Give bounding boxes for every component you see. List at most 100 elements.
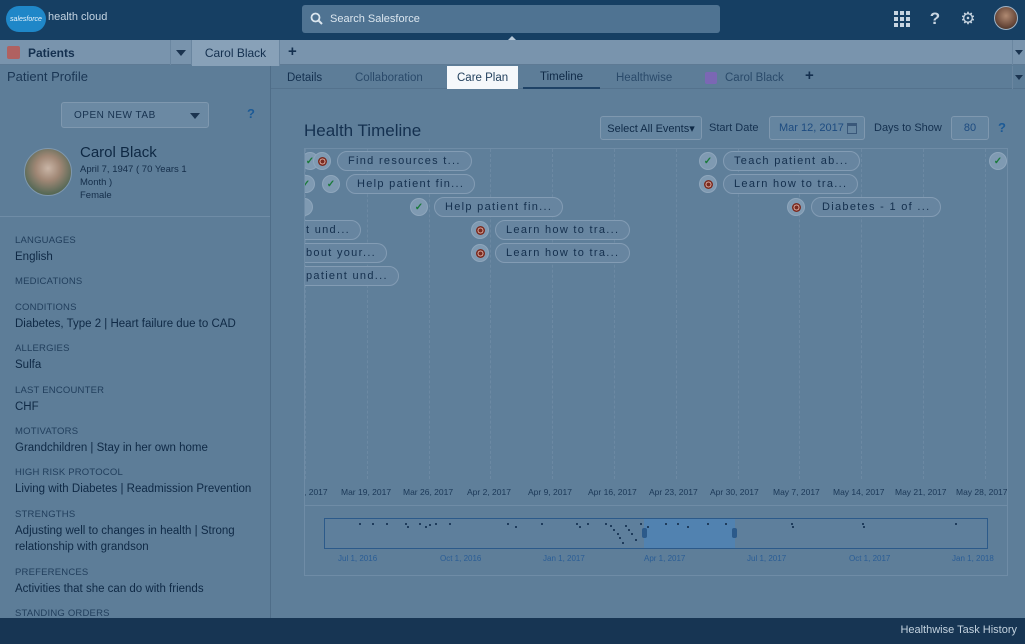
timeline-event[interactable] (305, 197, 313, 217)
field-value: Grandchildren | Stay in her own home (15, 442, 208, 454)
days-to-show-input[interactable]: 80 (951, 116, 989, 140)
tab-carol-black[interactable]: Carol Black (705, 66, 784, 89)
timeline-event[interactable]: ✓ Help patient fin... (322, 174, 502, 194)
overview-event-dot (579, 526, 581, 528)
gridline (985, 149, 986, 479)
timeline-event[interactable]: Learn how to tra... (471, 220, 651, 240)
timeline-event[interactable]: ✓ Help patient fin... (410, 197, 590, 217)
overview-event-dot (435, 523, 437, 525)
search-icon (310, 12, 323, 25)
add-tab-icon[interactable]: + (288, 43, 297, 60)
help-icon[interactable]: ? (247, 106, 255, 121)
overview-event-dot (610, 525, 612, 527)
days-to-show-label: Days to Show (874, 122, 942, 134)
overview-event-dot (687, 526, 689, 528)
workspace-tab-carol-black[interactable]: Carol Black (192, 40, 280, 66)
timeline-event[interactable]: t und... (305, 220, 381, 240)
timeline-event[interactable]: Learn how to tra... (471, 243, 651, 263)
overview-event-dot (631, 533, 633, 535)
timeline-event[interactable]: Find resources t... (313, 151, 493, 171)
calendar-icon[interactable] (847, 123, 857, 134)
field-allergies: ALLERGIES Sulfa (15, 343, 260, 373)
event-label: Help patient fin... (346, 174, 476, 194)
axis-tick-label: Mar 19, 2017 (341, 487, 392, 497)
gridline (676, 149, 677, 479)
healthwise-task-history-button[interactable]: Healthwise Task History (900, 624, 1017, 636)
target-icon (471, 221, 489, 239)
overview-event-dot (707, 523, 709, 525)
overview-event-dot (725, 523, 727, 525)
patient-gender: Female (80, 190, 112, 201)
gear-icon[interactable]: ⚙ (958, 9, 978, 29)
axis-tick-label: , 2017 (304, 487, 328, 497)
open-new-tab-button[interactable]: OPEN NEW TAB (61, 102, 209, 128)
overview-tick-label: Oct 1, 2017 (849, 554, 891, 563)
user-avatar[interactable] (994, 6, 1018, 30)
overview-event-dot (386, 523, 388, 525)
check-icon: ✓ (989, 152, 1007, 170)
app-launcher-icon[interactable] (892, 9, 912, 29)
event-label: bout your... (305, 243, 388, 263)
overview-event-dot (665, 523, 667, 525)
check-icon: ✓ (305, 175, 315, 193)
overview-event-dot (515, 526, 517, 528)
timeline-overview-slider[interactable] (324, 518, 988, 549)
field-label: MEDICATIONS (15, 276, 83, 287)
range-start-handle[interactable] (642, 528, 647, 538)
field-label: CONDITIONS (15, 302, 77, 313)
chevron-down-icon (1015, 75, 1023, 80)
field-label: MOTIVATORS (15, 426, 79, 437)
event-label: Learn how to tra... (723, 174, 859, 194)
field-conditions: CONDITIONS Diabetes, Type 2 | Heart failu… (15, 302, 260, 332)
timeline-event[interactable]: ✓ (305, 174, 315, 194)
tab-healthwise[interactable]: Healthwise (616, 66, 672, 89)
help-icon[interactable]: ? (925, 9, 945, 29)
overview-tick-label: Oct 1, 2016 (440, 554, 482, 563)
range-end-handle[interactable] (732, 528, 737, 538)
timeline-event[interactable]: ✓ (989, 151, 1007, 171)
timeline-event[interactable]: Diabetes - 1 of ... (787, 197, 967, 217)
timeline-event[interactable]: bout your... (305, 243, 401, 263)
global-search[interactable] (302, 5, 720, 33)
check-icon: ✓ (410, 198, 428, 216)
app-nav[interactable]: Patients (0, 40, 170, 65)
field-label: PREFERENCES (15, 567, 89, 578)
gridline (738, 149, 739, 479)
field-high-risk-protocol: HIGH RISK PROTOCOL Living with Diabetes |… (15, 467, 260, 497)
select-all-events-button[interactable]: Select All Events▾ (600, 116, 702, 140)
timeline-event[interactable]: Learn how to tra... (699, 174, 879, 194)
tab-timeline[interactable]: Timeline (523, 66, 600, 89)
overview-selection[interactable] (644, 519, 735, 548)
overview-event-dot (359, 523, 361, 525)
overview-event-dot (640, 523, 642, 525)
tab-overflow-menu[interactable] (1012, 40, 1025, 65)
overview-event-dot (419, 523, 421, 525)
overview-event-dot (507, 523, 509, 525)
overview-event-dot (372, 523, 374, 525)
timeline-event[interactable]: patient und... (305, 266, 411, 286)
record-subtabs: Details Collaboration Care Plan Timeline… (271, 66, 1025, 89)
event-label: Learn how to tra... (495, 243, 631, 263)
axis-tick-label: Apr 23, 2017 (649, 487, 698, 497)
subtab-overflow-menu[interactable] (1012, 66, 1025, 89)
app-nav-dropdown[interactable] (170, 40, 192, 65)
field-value: Adjusting well to changes in health | St… (15, 525, 235, 553)
overview-event-dot (425, 526, 427, 528)
help-icon[interactable]: ? (998, 120, 1006, 135)
salesforce-logo[interactable]: salesforce (6, 6, 46, 32)
tab-details[interactable]: Details (287, 66, 322, 89)
divider (0, 216, 270, 217)
tab-collaboration[interactable]: Collaboration (355, 66, 423, 89)
utility-bar: Healthwise Task History (0, 618, 1025, 644)
tab-care-plan[interactable]: Care Plan (447, 66, 519, 89)
axis-tick-label: Apr 30, 2017 (710, 487, 759, 497)
chevron-down-icon (190, 113, 200, 119)
overview-event-dot (628, 529, 630, 531)
timeline-chart: ✓ Find resources t... ✓ Teach patient ab.… (304, 148, 1008, 506)
add-subtab-icon[interactable]: + (805, 67, 814, 84)
start-date-label: Start Date (709, 122, 759, 134)
search-input[interactable] (330, 9, 710, 29)
overview-event-dot (617, 533, 619, 535)
timeline-event[interactable]: ✓ Teach patient ab... (699, 151, 879, 171)
start-date-input[interactable]: Mar 12, 2017 (769, 116, 865, 140)
